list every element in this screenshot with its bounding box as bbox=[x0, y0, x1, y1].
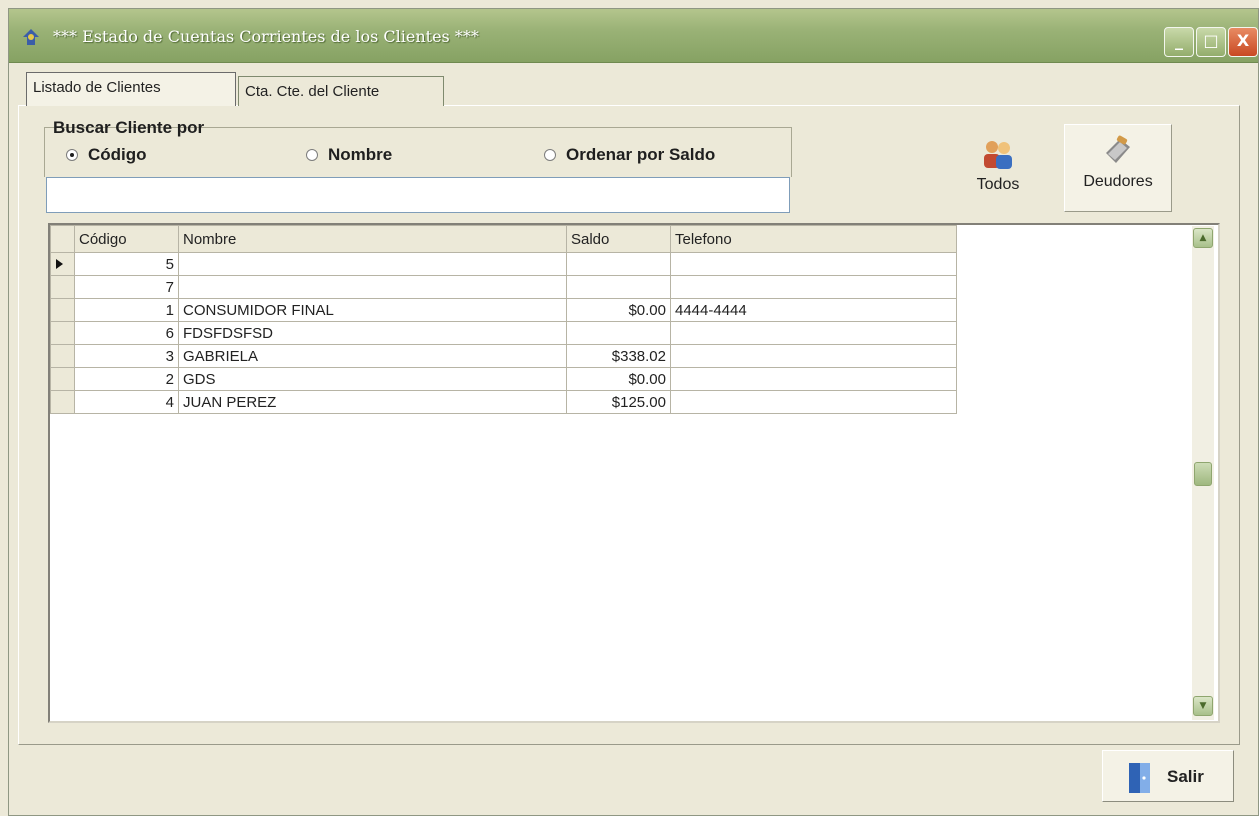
radio-ordenar-saldo[interactable]: Ordenar por Saldo bbox=[544, 145, 715, 167]
cell-nombre[interactable]: CONSUMIDOR FINAL bbox=[178, 298, 567, 322]
grid-header-row: Código Nombre Saldo Telefono bbox=[50, 225, 957, 253]
cell-saldo[interactable]: $338.02 bbox=[566, 344, 671, 368]
cell-telefono[interactable] bbox=[670, 390, 957, 414]
row-selector[interactable] bbox=[50, 390, 75, 414]
cell-nombre[interactable]: GDS bbox=[178, 367, 567, 391]
app-icon bbox=[23, 29, 39, 45]
column-header-saldo[interactable]: Saldo bbox=[566, 225, 671, 253]
radio-ordenar-saldo-label: Ordenar por Saldo bbox=[566, 145, 716, 164]
column-header-codigo[interactable]: Código bbox=[74, 225, 179, 253]
tab-cta-cte-cliente-label: Cta. Cte. del Cliente bbox=[245, 83, 380, 100]
close-button[interactable]: X bbox=[1228, 27, 1258, 57]
deudores-button[interactable]: Deudores bbox=[1064, 124, 1172, 212]
cell-saldo[interactable]: $125.00 bbox=[566, 390, 671, 414]
row-selector[interactable] bbox=[50, 344, 75, 368]
radio-codigo-label: Código bbox=[88, 145, 147, 164]
cell-saldo[interactable]: $0.00 bbox=[566, 367, 671, 391]
cell-saldo[interactable] bbox=[566, 252, 671, 276]
cell-codigo[interactable]: 6 bbox=[74, 321, 179, 345]
table-row[interactable]: 5 bbox=[50, 252, 957, 276]
cell-telefono[interactable] bbox=[670, 344, 957, 368]
cell-nombre[interactable]: FDSFDSFSD bbox=[178, 321, 567, 345]
cell-telefono[interactable] bbox=[670, 321, 957, 345]
cell-codigo[interactable]: 4 bbox=[74, 390, 179, 414]
vertical-scrollbar[interactable]: ▲ ▼ bbox=[1192, 226, 1214, 720]
cell-saldo[interactable] bbox=[566, 275, 671, 299]
cell-codigo[interactable]: 2 bbox=[74, 367, 179, 391]
row-selector[interactable] bbox=[50, 321, 75, 345]
cell-nombre[interactable] bbox=[178, 252, 567, 276]
row-selector-header bbox=[50, 225, 75, 253]
cell-codigo[interactable]: 1 bbox=[74, 298, 179, 322]
current-row-icon bbox=[56, 258, 63, 269]
radio-codigo[interactable]: Código bbox=[66, 145, 147, 167]
clients-table: Código Nombre Saldo Telefono 5 7 1 CONSU… bbox=[50, 225, 957, 414]
tab-cta-cte-cliente[interactable]: Cta. Cte. del Cliente bbox=[238, 76, 444, 106]
row-selector[interactable] bbox=[50, 252, 75, 276]
tab-listado-clientes[interactable]: Listado de Clientes bbox=[26, 72, 236, 106]
cell-codigo[interactable]: 5 bbox=[74, 252, 179, 276]
todos-label: Todos bbox=[976, 176, 1020, 193]
users-icon bbox=[984, 141, 1012, 169]
table-row[interactable]: 2 GDS $0.00 bbox=[50, 367, 957, 391]
radio-codigo-dot[interactable] bbox=[66, 149, 78, 161]
table-row[interactable]: 3 GABRIELA $338.02 bbox=[50, 344, 957, 368]
cell-telefono[interactable] bbox=[670, 275, 957, 299]
cell-telefono[interactable]: 4444-4444 bbox=[670, 298, 957, 322]
salir-button[interactable]: Salir bbox=[1102, 750, 1234, 802]
table-row[interactable]: 7 bbox=[50, 275, 957, 299]
cell-saldo[interactable]: $0.00 bbox=[566, 298, 671, 322]
search-input[interactable] bbox=[46, 177, 790, 213]
cell-nombre[interactable]: JUAN PEREZ bbox=[178, 390, 567, 414]
exit-door-icon bbox=[1129, 763, 1150, 793]
radio-ordenar-saldo-dot[interactable] bbox=[544, 149, 556, 161]
radio-nombre-dot[interactable] bbox=[306, 149, 318, 161]
cell-codigo[interactable]: 3 bbox=[74, 344, 179, 368]
cell-nombre[interactable] bbox=[178, 275, 567, 299]
radio-nombre[interactable]: Nombre bbox=[306, 145, 392, 167]
cell-telefono[interactable] bbox=[670, 367, 957, 391]
title-bar[interactable]: *** Estado de Cuentas Corrientes de los … bbox=[9, 9, 1258, 63]
table-row[interactable]: 1 CONSUMIDOR FINAL $0.00 4444-4444 bbox=[50, 298, 957, 322]
table-row[interactable]: 6 FDSFDSFSD bbox=[50, 321, 957, 345]
row-selector[interactable] bbox=[50, 298, 75, 322]
todos-button[interactable]: Todos bbox=[950, 130, 1046, 212]
wallet-icon bbox=[1106, 135, 1130, 163]
radio-nombre-label: Nombre bbox=[328, 145, 393, 164]
cell-saldo[interactable] bbox=[566, 321, 671, 345]
row-selector[interactable] bbox=[50, 367, 75, 391]
table-row[interactable]: 4 JUAN PEREZ $125.00 bbox=[50, 390, 957, 414]
row-selector[interactable] bbox=[50, 275, 75, 299]
clients-grid[interactable]: Código Nombre Saldo Telefono 5 7 1 CONSU… bbox=[48, 223, 1220, 723]
column-header-nombre[interactable]: Nombre bbox=[178, 225, 567, 253]
cell-telefono[interactable] bbox=[670, 252, 957, 276]
scroll-down-icon[interactable]: ▼ bbox=[1193, 696, 1213, 716]
salir-label: Salir bbox=[1167, 767, 1204, 786]
window-title: *** Estado de Cuentas Corrientes de los … bbox=[53, 27, 479, 46]
deudores-label: Deudores bbox=[1083, 173, 1153, 190]
search-group-title: Buscar Cliente por bbox=[53, 118, 205, 137]
minimize-button[interactable]: _ bbox=[1164, 27, 1194, 57]
tab-listado-clientes-label: Listado de Clientes bbox=[33, 79, 161, 96]
cell-codigo[interactable]: 7 bbox=[74, 275, 179, 299]
cell-nombre[interactable]: GABRIELA bbox=[178, 344, 567, 368]
scroll-thumb[interactable] bbox=[1194, 462, 1212, 486]
scroll-up-icon[interactable]: ▲ bbox=[1193, 228, 1213, 248]
column-header-telefono[interactable]: Telefono bbox=[670, 225, 957, 253]
maximize-button[interactable]: □ bbox=[1196, 27, 1226, 57]
